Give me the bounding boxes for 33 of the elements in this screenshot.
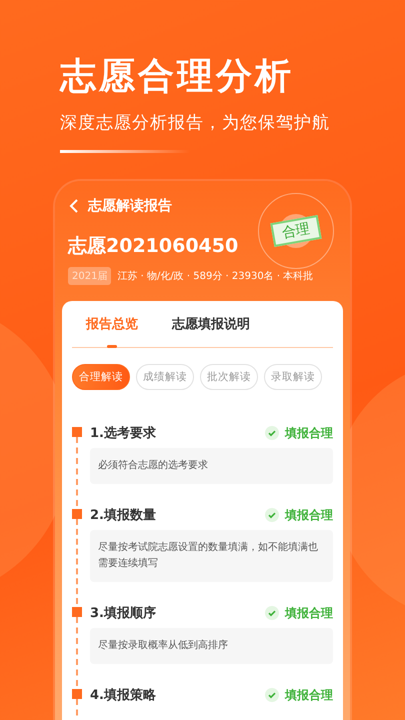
check-icon [265,606,279,620]
back-icon[interactable] [68,198,80,214]
item-title: 3.填报顺序 [90,604,156,622]
tab[interactable]: 报告总览 [86,313,138,347]
filter-chip[interactable]: 合理解读 [72,364,130,390]
description: 尽量按录取概率从低到高排序 [90,628,333,664]
report-title: 志愿解读报告 [88,197,172,215]
item-title: 4.填报策略 [90,687,156,704]
check-icon [265,508,279,522]
timeline-marker [72,607,82,617]
status-text: 填报合理 [285,424,333,442]
status-text: 填报合理 [285,604,333,622]
check-icon [265,688,279,702]
filter-chip[interactable]: 批次解读 [200,364,258,390]
year-badge: 2021届 [68,267,112,285]
stamp: 合理 [270,215,322,247]
filter-chip[interactable]: 录取解读 [264,364,322,390]
headline: 志愿合理分析 [60,55,295,99]
timeline-marker [72,689,82,699]
description: 必须符合志愿的选考要求 [90,448,333,484]
score-info: 江苏 · 物/化/政 · 589分 · 23930名 · 本科批 [117,270,314,283]
timeline-marker [72,509,82,519]
description: 尽量按考试院志愿设置的数量填满，如不能填满也需要连续填写 [90,530,333,582]
item-title: 2.填报数量 [90,507,156,524]
filter-chip[interactable]: 成绩解读 [136,364,194,390]
application-name: 志愿2021060450 [68,234,240,259]
timeline-marker [72,427,82,437]
status-text: 填报合理 [285,506,333,524]
check-icon [265,426,279,440]
subtitle: 深度志愿分析报告，为您保驾护航 [60,112,331,134]
tab[interactable]: 志愿填报说明 [172,313,250,347]
item-title: 1.选考要求 [90,425,156,442]
status-text: 填报合理 [285,686,333,704]
